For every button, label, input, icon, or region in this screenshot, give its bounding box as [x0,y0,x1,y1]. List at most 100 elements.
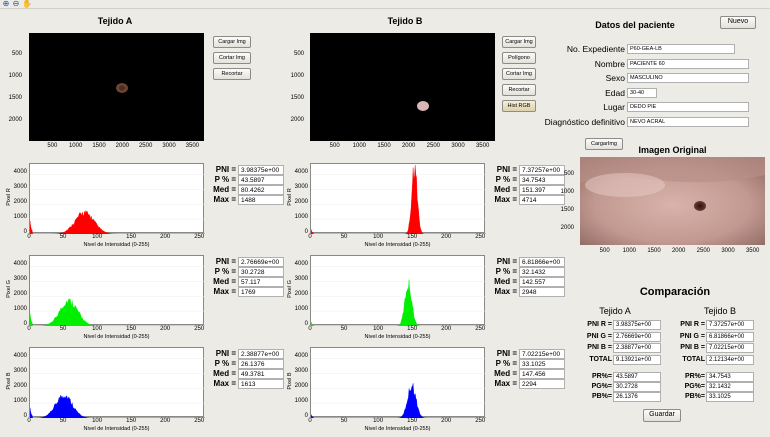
stat-label-med: Med = [494,185,517,194]
y-tick-label: 1500 [560,206,574,213]
stat-value-pni: 3.98375e+00 [238,165,284,175]
stat-label-pni: PNI = [215,257,236,266]
hist-y-axis-label: Pixel R [287,188,293,206]
pan-icon[interactable]: ✋ [22,0,32,8]
patient-field-input[interactable]: P60-GEA-LB [627,44,735,54]
hist-x-tick-label: 100 [373,326,384,332]
comparison-pr-value-a: 26.1376 [613,392,661,402]
comparison-pr-value-b: 32.1432 [706,382,754,392]
stat-label-med: Med = [494,369,517,378]
hist-x-tick-label: 0 [308,418,312,424]
comparison-label-a: PNI R = [587,321,612,328]
hist-y-axis-label: Pixel R [6,188,12,206]
x-tick-label: 1500 [92,143,106,149]
hist-y-tick-label: 4000 [294,169,308,176]
patient-field-input[interactable]: 30-40 [627,87,657,98]
x-tick-label: 3500 [185,143,199,149]
tejido-a-cortar-img-button[interactable]: Cortar Img [213,52,251,64]
hist-x-tick-label: 200 [160,326,171,332]
stat-value-p: 30.2728 [238,267,284,277]
tejido-a-recortar-button[interactable]: Recortar [213,68,251,80]
x-tick-label: 2000 [671,248,686,254]
patient-field-label: Nombre [594,58,625,69]
hist-x-tick-label: 200 [160,418,171,424]
hist-x-tick-label: 100 [373,234,384,240]
hist-x-axis-label: Nivel de Intensidad (0-255) [364,334,431,340]
patient-field-input[interactable]: PACIENTE 60 [627,58,749,69]
hist-x-tick-label: 100 [92,418,103,424]
original-image-title: Imagen Original [638,145,707,155]
patient-field-label: Edad [605,87,625,98]
tejido-a-image [29,33,204,141]
hist-x-tick-label: 250 [194,326,205,332]
hist-x-tick-label: 50 [59,418,67,424]
y-tick-label: 1000 [290,73,304,80]
stat-label-p: P % = [214,267,236,276]
stat-label-max: Max = [213,287,236,296]
x-tick-label: 2500 [696,248,710,254]
zoom-in-icon[interactable]: ⊕ [2,0,10,8]
hist-y-tick-label: 4000 [294,353,308,360]
hist-x-tick-label: 0 [27,418,31,424]
x-tick-label: 3000 [721,248,735,254]
stat-label-p: P % = [214,359,236,368]
stat-label-max: Max = [494,379,517,388]
patient-field-input[interactable]: DEDO PIE [627,102,749,112]
hist-x-axis-label: Nivel de Intensidad (0-255) [83,242,150,248]
hist-x-tick-label: 0 [27,234,31,240]
tejido-a-y-ticks: 500 1000 1500 2000 [0,33,26,141]
x-tick-label: 1000 [68,143,83,149]
tejido-a-x-ticks: 500 1000 1500 2000 2500 3000 3500 [29,143,204,151]
zoom-out-icon[interactable]: ⊖ [12,0,20,8]
x-tick-label: 2500 [138,143,153,149]
x-tick-label: 3000 [162,143,176,149]
hist-x-tick-label: 250 [194,234,205,240]
tejido-b-x-ticks: 500 1000 1500 2000 2500 3000 3500 [310,143,495,151]
stat-value-med: 49.3781 [238,369,284,379]
comparison-value-b: 7.37257e+00 [706,320,754,330]
histogram-b_r-bars [310,165,486,235]
hist-x-tick-label: 150 [126,234,137,240]
stat-value-max: 2948 [519,287,565,297]
histogram-b_g [310,255,486,327]
comparison-pr-value-a: 30.2728 [613,382,661,392]
tejido-b-image [310,33,495,141]
x-tick-label: 500 [599,248,610,254]
comparison-value-a: 2.38877e+00 [613,343,661,353]
y-tick-label: 2000 [290,117,304,124]
original-image [580,157,765,245]
hist-x-axis-label: Nivel de Intensidad (0-255) [83,334,150,340]
skin-photo [580,157,765,245]
tejido-b-title: Tejido B [387,16,423,26]
tejido-a-cargar-img-button[interactable]: Cargar Img [213,36,251,48]
x-tick-label: 3500 [475,143,490,149]
comparison-value-b: 2.12134e+00 [706,354,754,365]
comparison-pr-label-b: PG%= [684,383,705,390]
patient-field-label: Lugar [603,102,625,112]
stat-label-max: Max = [213,195,236,204]
x-tick-label: 2500 [426,143,440,149]
x-tick-label: 1500 [647,248,661,254]
comparison-pr-value-a: 43.5897 [613,372,661,382]
comparison-label-a: PNI B = [587,344,612,351]
hist-x-tick-label: 0 [308,326,312,332]
stat-value-max: 1613 [238,379,284,389]
hist-x-tick-label: 150 [407,234,418,240]
hist-x-tick-label: 50 [340,326,348,332]
stat-label-p: P % = [495,267,517,276]
save-button[interactable]: Guardar [643,409,681,422]
stat-value-med: 147.456 [519,369,565,379]
stat-label-p: P % = [495,359,517,368]
original-y-ticks: 500 1000 1500 2000 [552,157,578,245]
patient-field-input[interactable]: MASCULINO [627,73,749,83]
hist-x-axis-label: Nivel de Intensidad (0-255) [364,426,431,432]
hist-x-tick-label: 200 [441,326,452,332]
comparison-pr-label-a: PB%= [591,393,612,400]
hist-y-tick-label: 4000 [13,169,27,176]
patient-field-input[interactable]: NEVO ACRAL [627,116,749,127]
hist-y-axis-label: Pixel G [6,280,12,298]
stat-label-max: Max = [494,195,517,204]
stat-label-p: P % = [214,175,236,184]
hist-x-tick-label: 0 [27,326,31,332]
new-patient-button[interactable]: Nuevo [720,16,756,29]
